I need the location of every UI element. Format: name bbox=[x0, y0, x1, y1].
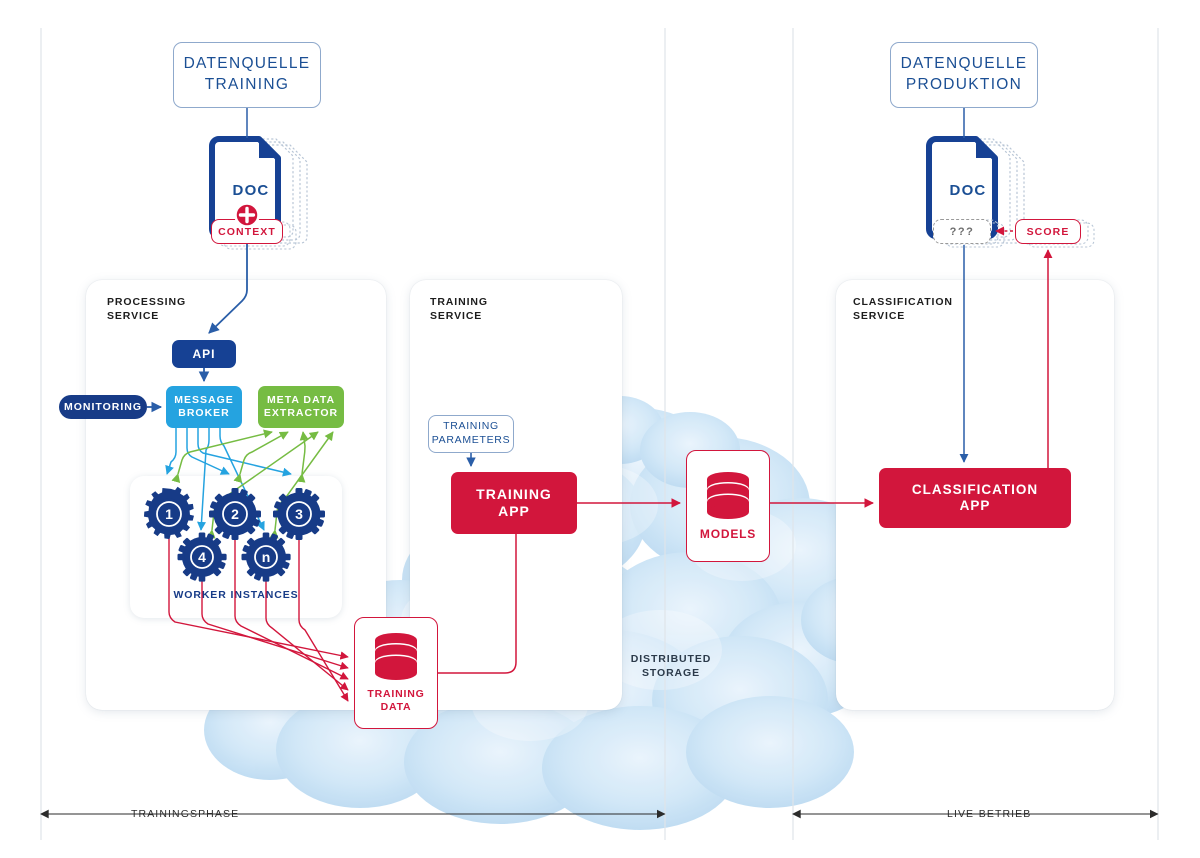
training-parameters-node[interactable]: TRAINING PARAMETERS bbox=[428, 415, 514, 453]
training-app-node[interactable]: TRAINING APP bbox=[451, 472, 577, 534]
meta-data-extractor-node[interactable]: META DATA EXTRACTOR bbox=[258, 386, 344, 428]
document-icons-layer bbox=[209, 136, 1095, 250]
trainingsphase-caption: TRAININGSPHASE bbox=[122, 808, 249, 820]
models-caption: MODELS bbox=[699, 526, 757, 541]
message-broker-node[interactable]: MESSAGE BROKER bbox=[166, 386, 242, 428]
live-betrieb-caption: LIVE-BETRIEB bbox=[938, 808, 1041, 820]
diagram-canvas: PROCESSING SERVICE TRAINING SERVICE CLAS… bbox=[0, 0, 1200, 858]
distributed-storage-caption: DISTRIBUTED STORAGE bbox=[630, 653, 712, 680]
worker-gear-3-label: 3 bbox=[295, 506, 303, 522]
api-node[interactable]: API bbox=[172, 340, 236, 368]
models-store[interactable]: MODELS bbox=[686, 450, 770, 562]
worker-instances-caption: WORKER INSTANCES bbox=[173, 589, 299, 601]
worker-gear-2-label: 2 bbox=[231, 506, 239, 522]
classification-app-node[interactable]: CLASSIFICATION APP bbox=[879, 468, 1071, 528]
production-doc-label: DOC bbox=[949, 182, 987, 199]
score-badge[interactable]: SCORE bbox=[1015, 219, 1081, 244]
training-data-caption: TRAINING DATA bbox=[367, 687, 425, 713]
database-cylinder-icon bbox=[375, 632, 417, 680]
worker-gear-4-label: 4 bbox=[198, 549, 206, 565]
unknown-score-placeholder: ??? bbox=[933, 219, 991, 244]
worker-gear-1-label: 1 bbox=[165, 506, 173, 522]
training-data-store[interactable]: TRAINING DATA bbox=[354, 617, 438, 729]
monitoring-node[interactable]: MONITORING bbox=[59, 395, 147, 419]
training-doc-label: DOC bbox=[232, 182, 270, 199]
plus-circle-icon bbox=[234, 202, 260, 228]
database-cylinder-icon bbox=[707, 471, 749, 519]
worker-gear-n-label: n bbox=[261, 549, 271, 565]
